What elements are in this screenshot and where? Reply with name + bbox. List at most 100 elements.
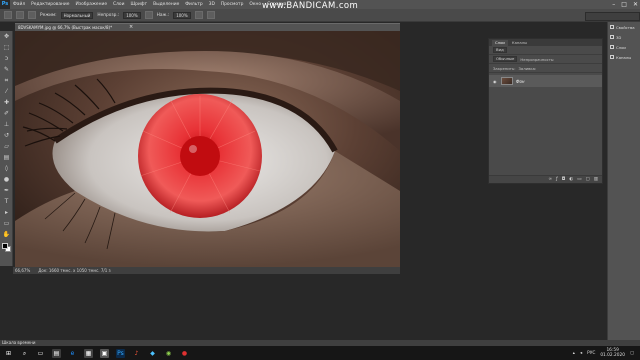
dock-channels[interactable]: Каналы (608, 52, 640, 62)
network-icon[interactable]: ▴ (573, 351, 575, 356)
new-layer-icon[interactable]: ▢ (585, 177, 589, 182)
3d-icon (610, 35, 614, 39)
properties-icon (610, 25, 614, 29)
menu-layers[interactable]: Слои (110, 2, 127, 7)
lasso-tool-icon[interactable]: ↄ (2, 54, 11, 63)
pressure-size-icon[interactable] (206, 11, 215, 19)
tab-channels[interactable]: Каналы (509, 40, 530, 46)
menu-select[interactable]: Выделение (150, 2, 182, 7)
bandicam-icon[interactable]: ● (180, 349, 189, 358)
minimize-icon[interactable]: – (612, 1, 615, 8)
healing-tool-icon[interactable]: ✚ (2, 98, 11, 107)
menu-image[interactable]: Изображение (72, 2, 110, 7)
path-select-tool-icon[interactable]: ▸ (2, 208, 11, 217)
menu-view[interactable]: Просмотр (218, 2, 247, 7)
blend-mode-select[interactable]: Обычные (493, 56, 518, 62)
clock-date: 01.02.2020 (600, 353, 625, 358)
workspace-select[interactable] (585, 12, 640, 21)
windows-taskbar: ⊞ ⌕ ▭ ▤ e ▦ ▣ Ps ♪ ◆ ◉ ● ▴ ◂ РУС 16:59 0… (0, 346, 640, 360)
search-icon[interactable]: ⌕ (20, 349, 29, 358)
brush-panel-icon[interactable] (28, 11, 36, 19)
link-layers-icon[interactable]: ∞ (548, 177, 552, 182)
foreground-color-swatch[interactable] (2, 243, 8, 249)
zoom-level[interactable]: 66,67% (15, 268, 30, 273)
media-icon[interactable]: ♪ (132, 349, 141, 358)
opacity-field[interactable]: 100% (123, 11, 141, 19)
app-icon[interactable]: ▣ (100, 348, 109, 358)
pressure-opacity-icon[interactable] (144, 11, 153, 19)
type-tool-icon[interactable]: T (2, 197, 11, 206)
airbrush-icon[interactable] (194, 11, 203, 19)
menu-file[interactable]: Файл (10, 2, 28, 7)
blend-row: Обычные Непрозрачность: (489, 55, 602, 64)
edge-icon[interactable]: e (68, 349, 77, 358)
lock-label: Закрепить: (493, 65, 516, 71)
hand-tool-icon[interactable]: ✋ (2, 230, 11, 239)
layers-panel-tabs: Слои Каналы (489, 39, 602, 46)
pen-tool-icon[interactable]: ✒ (2, 186, 11, 195)
explorer-icon[interactable]: ▤ (52, 348, 61, 358)
app3-icon[interactable]: ◉ (164, 349, 173, 358)
dock-properties[interactable]: Свойства (608, 22, 640, 32)
menu-filter[interactable]: Фильтр (182, 2, 205, 7)
document-info: Док: 1660 тмнс. x 1050 тмнс. 7/1 з (38, 268, 111, 273)
eraser-tool-icon[interactable]: ▱ (2, 142, 11, 151)
system-tray: ▴ ◂ РУС 16:59 01.02.2020 ▢ (573, 346, 634, 360)
clock[interactable]: 16:59 01.02.2020 (600, 348, 625, 358)
windows-start-icon[interactable]: ⊞ (4, 349, 13, 358)
tab-layers[interactable]: Слои (492, 40, 508, 46)
menu-edit[interactable]: Редактирование (28, 2, 72, 7)
tool-preset-icon[interactable] (4, 11, 12, 19)
photoshop-taskbar-icon[interactable]: Ps (116, 348, 125, 358)
layer-name: Фон (516, 78, 525, 84)
fill-label: Заливка: (518, 65, 537, 71)
dock-3d[interactable]: 3D (608, 32, 640, 42)
layer-background[interactable]: ◉ Фон (489, 75, 602, 87)
shape-tool-icon[interactable]: ▭ (2, 219, 11, 228)
marquee-tool-icon[interactable]: ⬚ (2, 43, 11, 52)
menu-type[interactable]: Шрифт (127, 2, 150, 7)
close-icon[interactable]: ✕ (633, 1, 638, 8)
notifications-icon[interactable]: ▢ (630, 351, 634, 356)
document-tab[interactable]: 8DVSKAMYM.jpg @ 66,7% (Выстрак масок/8)*… (15, 23, 400, 31)
opacity-label: Непрозр.: (97, 12, 120, 18)
right-dock: Свойства 3D Слои Каналы (607, 22, 640, 340)
adjustment-icon[interactable]: ◐ (569, 177, 573, 182)
blur-tool-icon[interactable]: ◊ (2, 164, 11, 173)
menu-3d[interactable]: 3D (206, 2, 218, 7)
quick-select-tool-icon[interactable]: ✎ (2, 65, 11, 74)
lock-row: Закрепить: Заливка: (489, 64, 602, 73)
layer-kind-select[interactable]: Вид (493, 47, 507, 53)
group-icon[interactable]: ▭ (577, 177, 581, 182)
maximize-icon[interactable]: □ (621, 1, 627, 8)
dock-layers[interactable]: Слои (608, 42, 640, 52)
eyedropper-tool-icon[interactable]: ⁄ (2, 87, 11, 96)
layer-opacity-label: Непрозрачность: (520, 56, 555, 62)
app2-icon[interactable]: ◆ (148, 349, 157, 358)
brush-size-icon[interactable] (16, 11, 24, 19)
eye-photo (15, 31, 400, 267)
task-view-icon[interactable]: ▭ (36, 349, 45, 358)
close-document-icon[interactable]: × (129, 24, 133, 30)
store-icon[interactable]: ▦ (84, 348, 93, 358)
clone-stamp-tool-icon[interactable]: ⊥ (2, 120, 11, 129)
flow-label: Наж.: (156, 12, 170, 18)
mask-icon[interactable]: ◘ (562, 177, 566, 182)
brush-tool-icon[interactable]: ✐ (2, 109, 11, 118)
visibility-eye-icon[interactable]: ◉ (493, 79, 498, 84)
dodge-tool-icon[interactable]: ● (2, 175, 11, 184)
volume-icon[interactable]: ◂ (580, 351, 582, 356)
layers-icon (610, 45, 614, 49)
fx-icon[interactable]: ƒ (556, 177, 558, 182)
move-tool-icon[interactable]: ✥ (2, 32, 11, 41)
trash-icon[interactable]: ▥ (594, 177, 598, 182)
gradient-tool-icon[interactable]: ▤ (2, 153, 11, 162)
language-indicator[interactable]: РУС (587, 351, 595, 356)
layer-filter-row: Вид (489, 46, 602, 55)
document-canvas[interactable] (15, 31, 400, 267)
flow-field[interactable]: 100% (173, 11, 191, 19)
history-brush-tool-icon[interactable]: ↺ (2, 131, 11, 140)
dock-channels-label: Каналы (616, 54, 632, 60)
crop-tool-icon[interactable]: ⌗ (2, 76, 11, 85)
mode-select[interactable]: Нормальный (60, 11, 94, 19)
